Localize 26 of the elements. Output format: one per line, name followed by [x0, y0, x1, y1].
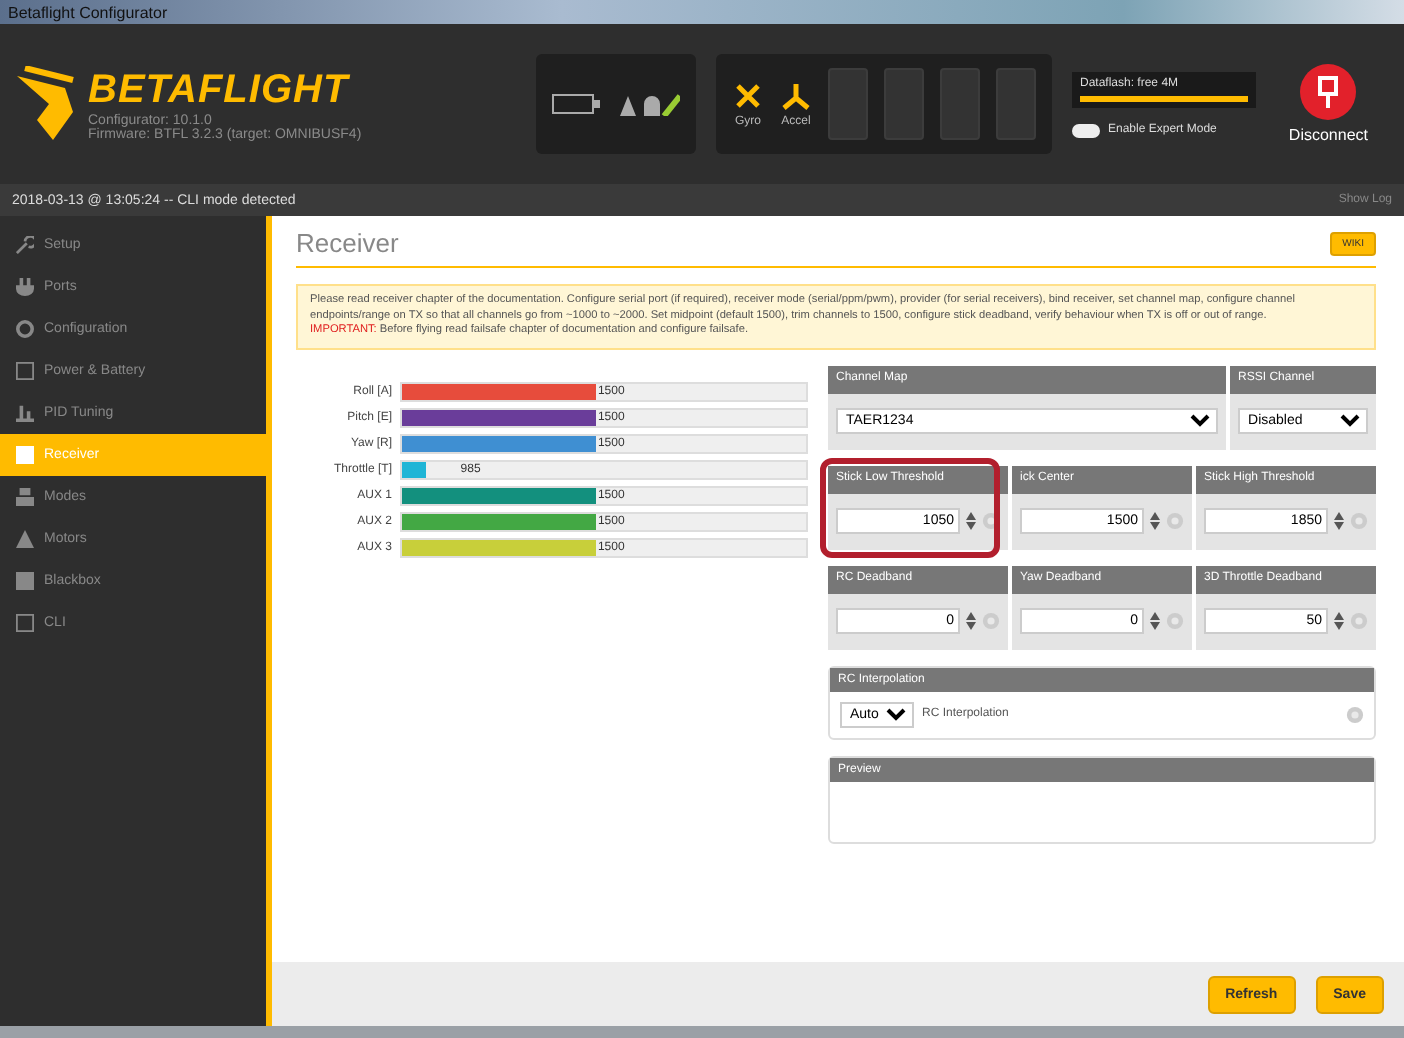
page-title: Receiver — [296, 228, 399, 258]
sliders-icon — [16, 404, 34, 422]
link-icons — [620, 92, 680, 116]
expert-mode-toggle[interactable] — [1072, 123, 1100, 137]
bee-logo-icon — [16, 66, 76, 142]
spinner-icon[interactable] — [1334, 512, 1344, 531]
empty-sensor-slot — [828, 68, 868, 140]
spinner-icon[interactable] — [966, 512, 976, 531]
disconnect-button[interactable]: Disconnect — [1288, 64, 1368, 144]
spinner-icon[interactable] — [966, 612, 976, 631]
screen-icon — [16, 446, 34, 464]
figure-icon — [16, 488, 34, 506]
spinner-icon[interactable] — [1334, 612, 1344, 631]
triangle-icon — [16, 530, 34, 548]
window-title: Betaflight Configurator — [8, 3, 168, 21]
gear-icon — [16, 320, 34, 338]
spinner-icon[interactable] — [1150, 612, 1160, 631]
logo-text: BETAFLIGHT — [88, 67, 352, 113]
spinner-icon[interactable] — [1150, 512, 1160, 531]
help-icon[interactable] — [982, 512, 1000, 531]
wrench-icon — [16, 236, 34, 254]
plug-icon — [16, 278, 34, 296]
square-icon — [16, 572, 34, 590]
empty-sensor-slot — [940, 68, 980, 140]
empty-sensor-slot — [996, 68, 1036, 140]
empty-sensor-slot — [884, 68, 924, 140]
